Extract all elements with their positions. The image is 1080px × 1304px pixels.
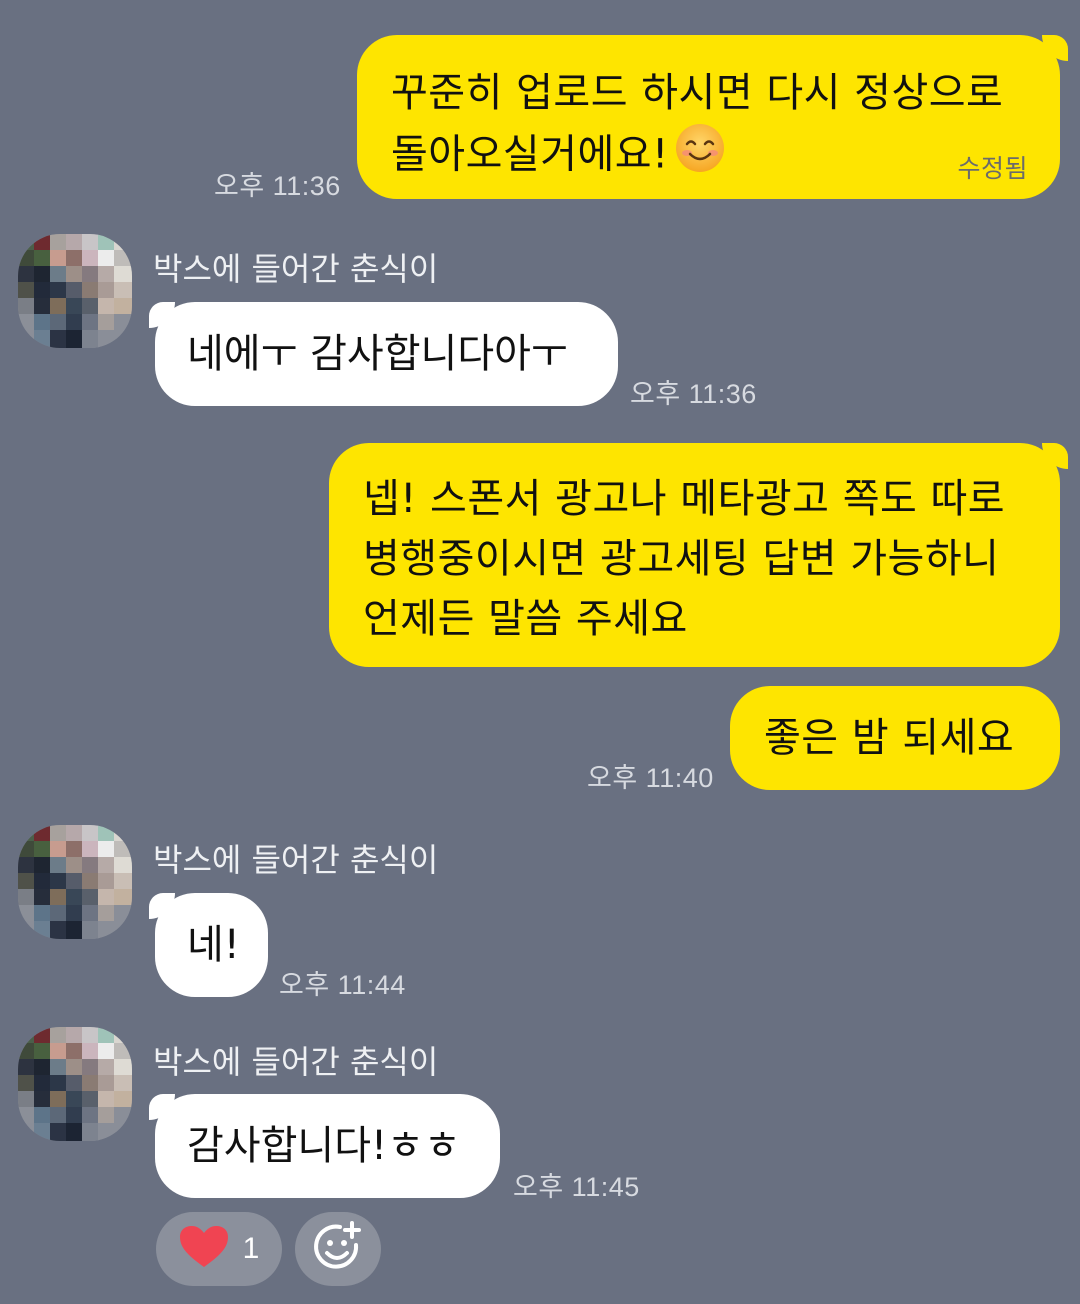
chat-room: 오후 11:36 꾸준히 업로드 하시면 다시 정상으로 돌아오실거에요! 수정… bbox=[0, 0, 1080, 1304]
message-line: 꾸준히 업로드 하시면 다시 정상으로 bbox=[391, 70, 1004, 116]
smiling-face-icon bbox=[675, 123, 725, 190]
avatar[interactable] bbox=[18, 234, 132, 348]
sender-name: 박스에 들어간 춘식이 bbox=[153, 1043, 439, 1081]
edited-label: 수정됨 bbox=[957, 154, 1028, 183]
incoming-message[interactable]: 네에ㅜ 감사합니다아ㅜ bbox=[155, 302, 618, 406]
message-text: 좋은 밤 되세요 bbox=[764, 715, 1015, 761]
avatar[interactable] bbox=[18, 825, 132, 939]
sender-name: 박스에 들어간 춘식이 bbox=[153, 841, 439, 879]
add-reaction-button[interactable] bbox=[295, 1212, 381, 1286]
reaction-count: 1 bbox=[242, 1232, 260, 1265]
message-line: 병행중이시면 광고세팅 답변 가능하니 bbox=[363, 536, 1000, 582]
outgoing-message[interactable]: 좋은 밤 되세요 bbox=[730, 686, 1060, 790]
message-text: 네에ㅜ 감사합니다아ㅜ bbox=[187, 331, 568, 377]
message-time: 오후 11:36 bbox=[214, 171, 341, 201]
message-time: 오후 11:36 bbox=[630, 379, 757, 409]
message-time: 오후 11:44 bbox=[279, 970, 406, 1000]
heart-reaction-button[interactable]: 1 bbox=[156, 1212, 282, 1286]
message-line: 돌아오실거에요! bbox=[391, 131, 669, 178]
message-line: 언제든 말씀 주세요 bbox=[363, 596, 688, 642]
incoming-message[interactable]: 네! bbox=[155, 893, 268, 997]
message-text: 감사합니다!ㅎㅎ bbox=[187, 1123, 461, 1169]
incoming-message[interactable]: 감사합니다!ㅎㅎ bbox=[155, 1094, 500, 1198]
outgoing-message[interactable]: 넵! 스폰서 광고나 메타광고 쪽도 따로 병행중이시면 광고세팅 답변 가능하… bbox=[329, 443, 1060, 667]
heart-icon bbox=[179, 1225, 229, 1273]
message-line: 넵! 스폰서 광고나 메타광고 쪽도 따로 bbox=[363, 476, 1006, 522]
add-reaction-icon bbox=[312, 1221, 364, 1277]
message-time: 오후 11:45 bbox=[513, 1172, 640, 1202]
avatar[interactable] bbox=[18, 1027, 132, 1141]
message-time: 오후 11:40 bbox=[587, 763, 714, 793]
sender-name: 박스에 들어간 춘식이 bbox=[153, 250, 439, 288]
outgoing-message[interactable]: 꾸준히 업로드 하시면 다시 정상으로 돌아오실거에요! 수정됨 bbox=[357, 35, 1060, 199]
message-text: 네! bbox=[187, 922, 240, 968]
